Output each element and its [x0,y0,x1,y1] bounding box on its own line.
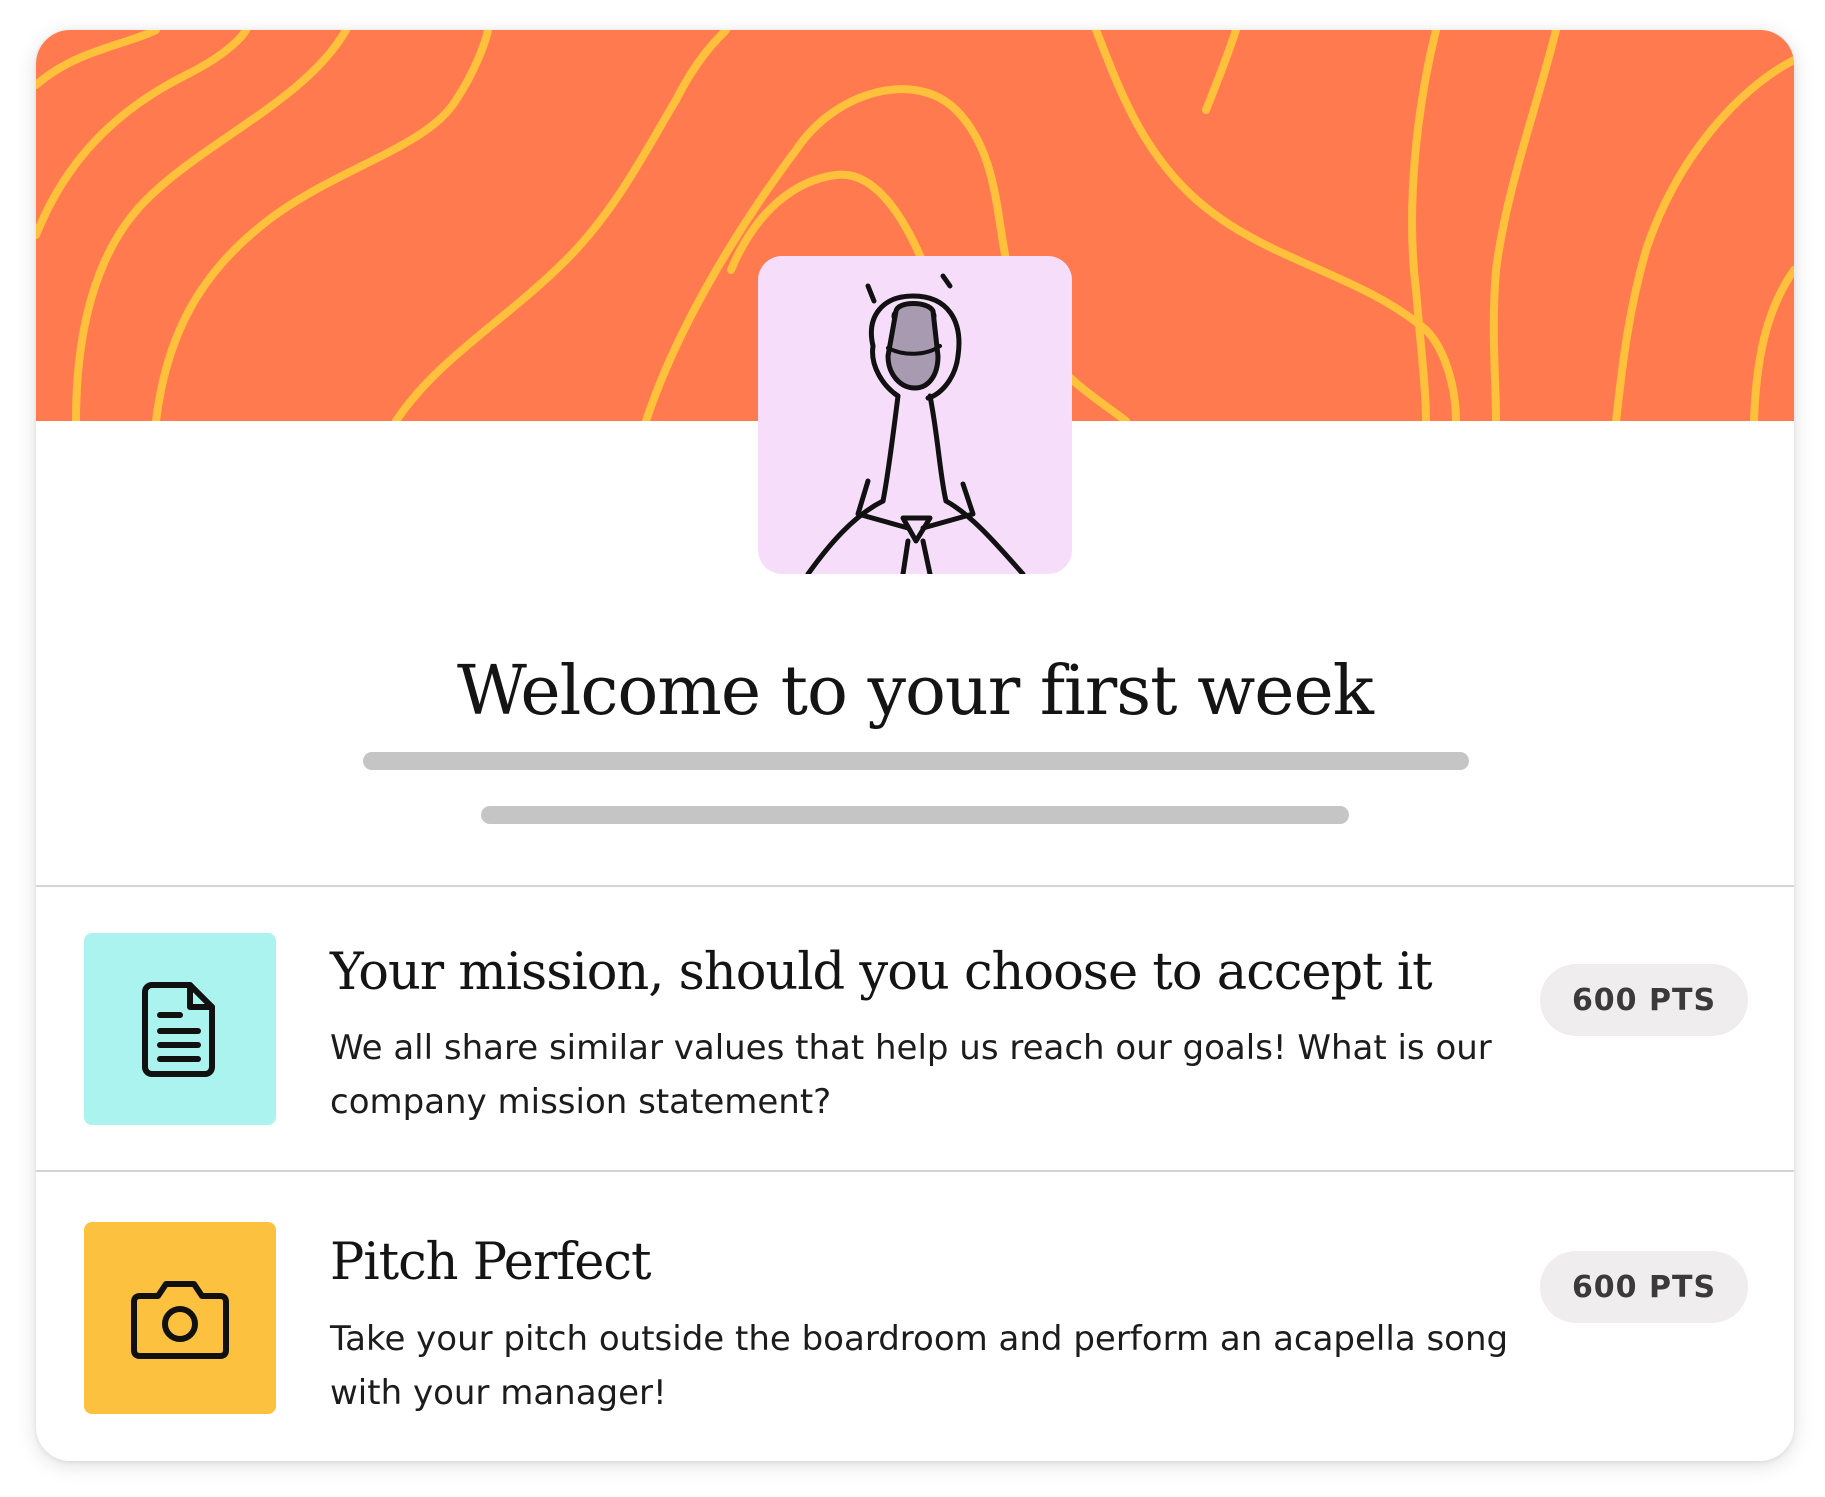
welcome-card: Welcome to your first week Your mission,… [36,30,1794,1461]
task-item-mission[interactable]: Your mission, should you choose to accep… [36,887,1794,1170]
task-title: Pitch Perfect [330,1233,651,1292]
points-badge: 600 PTS [1540,964,1748,1036]
task-description: We all share similar values that help us… [330,1028,1492,1122]
task-icon-tile [84,1222,276,1414]
page-title: Welcome to your first week [456,652,1374,731]
skeleton-line-1 [363,752,1469,770]
goose-avatar [758,256,1072,574]
document-icon [142,982,215,1077]
skeleton-line-2 [481,806,1349,824]
task-item-pitch-perfect[interactable]: Pitch Perfect Take your pitch outside th… [36,1172,1794,1461]
points-badge: 600 PTS [1540,1251,1748,1323]
camera-icon [131,1281,229,1359]
task-icon-tile [84,933,276,1125]
task-description: Take your pitch outside the boardroom an… [330,1319,1509,1413]
task-title: Your mission, should you choose to accep… [330,943,1433,1002]
goose-with-tie-illustration [758,256,1072,574]
